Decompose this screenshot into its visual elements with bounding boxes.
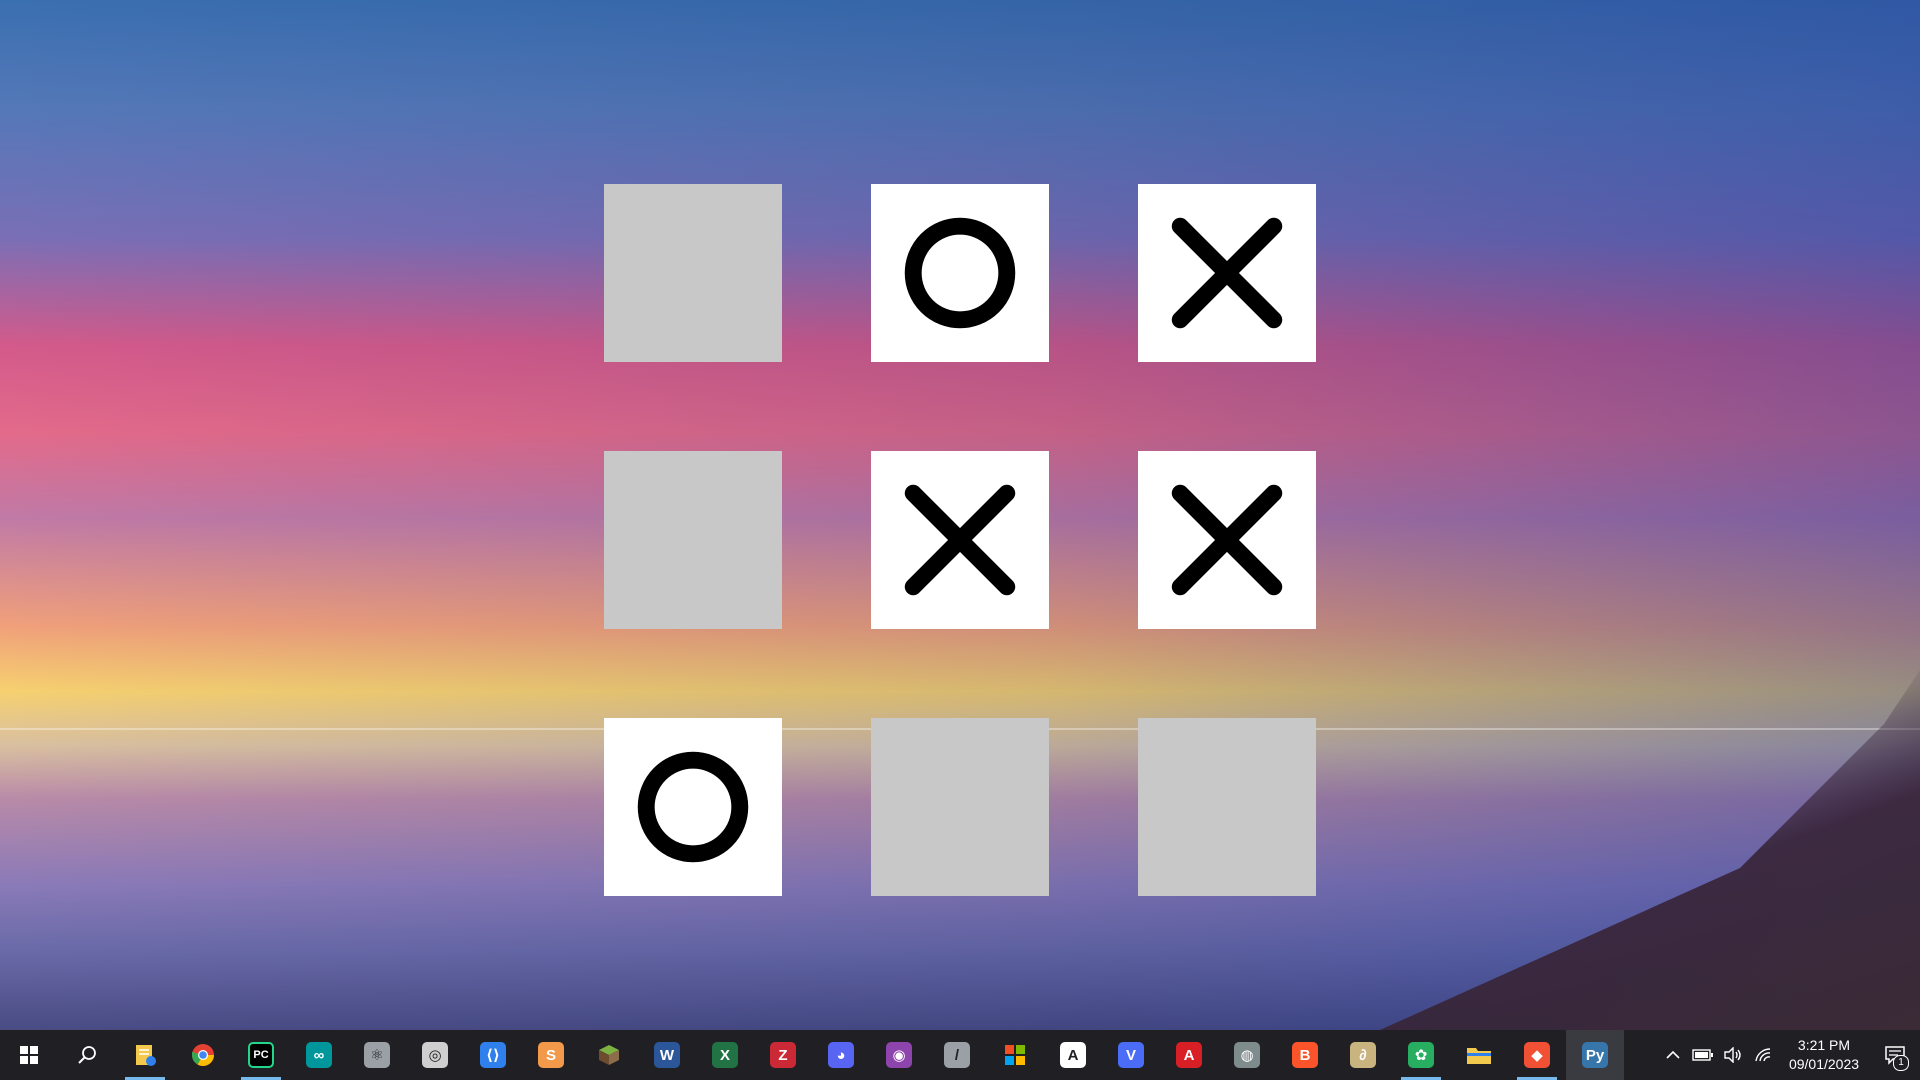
board-cell-8[interactable] (871, 718, 1049, 896)
podcast-icon: ◉ (886, 1042, 912, 1068)
acrobat-icon: A (1176, 1042, 1202, 1068)
zotero-icon: Z (770, 1042, 796, 1068)
board-cell-6[interactable] (1138, 451, 1316, 629)
board-cell-9[interactable] (1138, 718, 1316, 896)
app-7[interactable]: ⟨⟩ (464, 1030, 522, 1080)
file-explorer-icon (1466, 1042, 1492, 1068)
atom-icon: ⚛ (364, 1042, 390, 1068)
excel-icon: X (712, 1042, 738, 1068)
discord-icon: ◕ (828, 1042, 854, 1068)
vpn-icon: ∂ (1350, 1042, 1376, 1068)
app-16[interactable] (986, 1030, 1044, 1080)
start-button[interactable] (0, 1030, 58, 1080)
vscode-icon: ⟨⟩ (480, 1042, 506, 1068)
app-21[interactable]: B (1276, 1030, 1334, 1080)
git-icon: ◆ (1524, 1042, 1550, 1068)
board-cell-4[interactable] (604, 451, 782, 629)
volume-icon[interactable] (1718, 1030, 1748, 1080)
arduino-icon: ∞ (306, 1042, 332, 1068)
app-9[interactable] (580, 1030, 638, 1080)
app-12[interactable]: Z (754, 1030, 812, 1080)
battery-icon[interactable] (1688, 1030, 1718, 1080)
app-14[interactable]: ◉ (870, 1030, 928, 1080)
system-tray: 3:21 PM 09/01/2023 1 (1658, 1030, 1920, 1080)
tool-icon: / (944, 1042, 970, 1068)
board-cell-7[interactable] (604, 718, 782, 896)
x-mark (904, 484, 1016, 596)
app-17[interactable]: A (1044, 1030, 1102, 1080)
windows-icon (16, 1042, 42, 1068)
clock-time: 3:21 PM (1797, 1037, 1851, 1053)
notepad-icon (132, 1042, 158, 1068)
pycharm-icon: PC (248, 1042, 274, 1068)
obs-icon: ◎ (422, 1042, 448, 1068)
board-cell-5[interactable] (871, 451, 1049, 629)
v4-icon: V (1118, 1042, 1144, 1068)
minecraft-icon (596, 1042, 622, 1068)
microsoft-store-icon (1002, 1042, 1028, 1068)
tic-tac-toe-board (604, 184, 1316, 896)
brave-icon: B (1292, 1042, 1318, 1068)
app-circle-icon: A (1060, 1042, 1086, 1068)
sublime-icon: S (538, 1042, 564, 1068)
taskbar-clock[interactable]: 3:21 PM 09/01/2023 (1778, 1036, 1870, 1074)
notification-count-badge: 1 (1893, 1055, 1909, 1071)
board-cell-3[interactable] (1138, 184, 1316, 362)
x-mark (1171, 217, 1283, 329)
app-18[interactable]: V (1102, 1030, 1160, 1080)
app-1[interactable] (116, 1030, 174, 1080)
taskbar: PC ∞ ⚛ ◎ ⟨⟩ S W X Z ◕ ◉ / A V A ◍ B ∂ ✿ ◆ Py 3:21 PM 09/01/2… (0, 1030, 1920, 1080)
search-icon (74, 1042, 100, 1068)
board-cell-2[interactable] (871, 184, 1049, 362)
app-23[interactable]: ✿ (1392, 1030, 1450, 1080)
app-3[interactable]: PC (232, 1030, 290, 1080)
board-cell-1[interactable] (604, 184, 782, 362)
app-24[interactable] (1450, 1030, 1508, 1080)
app-4[interactable]: ∞ (290, 1030, 348, 1080)
chrome-icon (190, 1042, 216, 1068)
colorful-app-icon: ✿ (1408, 1042, 1434, 1068)
taskbar-apps: PC ∞ ⚛ ◎ ⟨⟩ S W X Z ◕ ◉ / A V A ◍ B ∂ ✿ ◆ Py (0, 1030, 1624, 1080)
app-25[interactable]: ◆ (1508, 1030, 1566, 1080)
app-19[interactable]: A (1160, 1030, 1218, 1080)
globe-app-icon: ◍ (1234, 1042, 1260, 1068)
clock-date: 09/01/2023 (1788, 1056, 1860, 1072)
app-13[interactable]: ◕ (812, 1030, 870, 1080)
app-5[interactable]: ⚛ (348, 1030, 406, 1080)
app-26[interactable]: Py (1566, 1030, 1624, 1080)
app-11[interactable]: X (696, 1030, 754, 1080)
search-button[interactable] (58, 1030, 116, 1080)
app-6[interactable]: ◎ (406, 1030, 464, 1080)
app-15[interactable]: / (928, 1030, 986, 1080)
notification-center-button[interactable]: 1 (1870, 1030, 1920, 1080)
word-icon: W (654, 1042, 680, 1068)
chevron-up-icon[interactable] (1658, 1030, 1688, 1080)
app-2[interactable] (174, 1030, 232, 1080)
app-10[interactable]: W (638, 1030, 696, 1080)
o-mark (904, 217, 1016, 329)
o-mark (637, 751, 749, 863)
app-22[interactable]: ∂ (1334, 1030, 1392, 1080)
wifi-icon[interactable] (1748, 1030, 1778, 1080)
x-mark (1171, 484, 1283, 596)
python-icon: Py (1582, 1042, 1608, 1068)
app-20[interactable]: ◍ (1218, 1030, 1276, 1080)
app-8[interactable]: S (522, 1030, 580, 1080)
